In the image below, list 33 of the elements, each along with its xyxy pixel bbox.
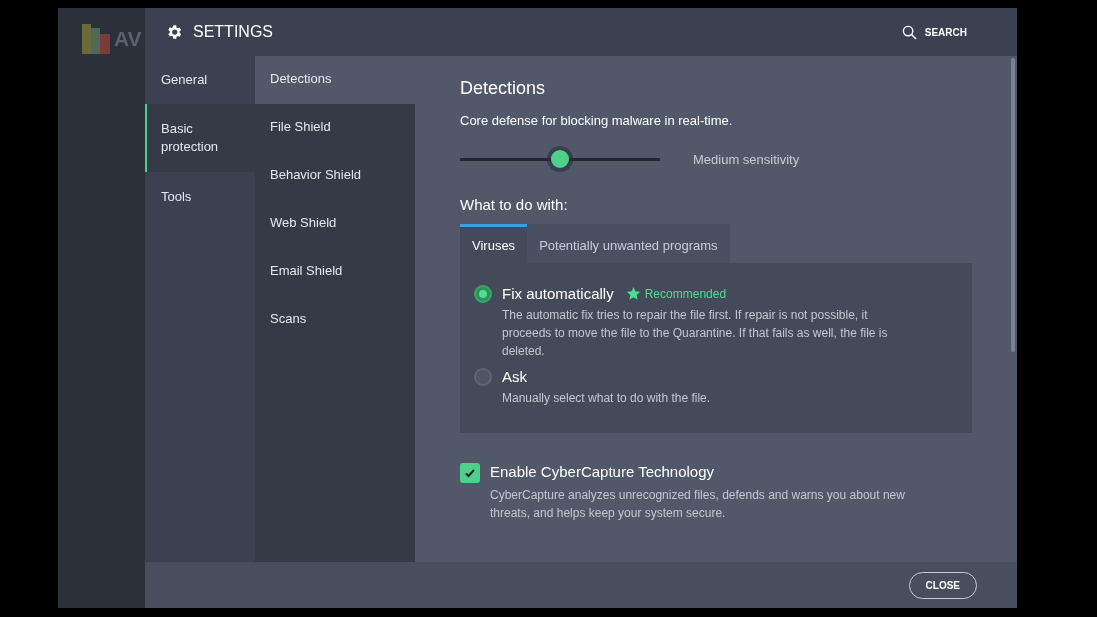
logo-icon	[82, 24, 110, 54]
subnav-item[interactable]: Web Shield	[255, 200, 415, 248]
recommended-label: Recommended	[644, 286, 727, 301]
nav-item[interactable]: General	[145, 56, 255, 104]
radio-button[interactable]	[474, 368, 492, 386]
scrollbar-thumb[interactable]	[1011, 58, 1015, 352]
option-label: Ask	[502, 368, 527, 385]
subnav-item[interactable]: Behavior Shield	[255, 152, 415, 200]
search-button[interactable]: SEARCH	[895, 23, 973, 41]
radio-button[interactable]	[474, 285, 492, 303]
nav-item[interactable]: Basic protection	[145, 104, 255, 172]
option-description: The automatic fix tries to repair the file first. If repair is not possible, it proceeds to move the file to the Quarantine. If that fails as well, the file is deleted.	[502, 307, 889, 360]
search-icon	[901, 24, 917, 40]
section-description: Core defense for blocking malware in real-time.	[460, 113, 734, 128]
star-icon	[625, 286, 641, 301]
window-title: SETTINGS	[193, 23, 274, 41]
checkmark-icon	[464, 467, 476, 479]
section-heading: Detections	[460, 78, 547, 99]
checkbox-description: CyberCapture analyzes unrecognized files, defends and warns you about new threats, and helps keep your system secure.	[490, 487, 906, 522]
option-label: Fix automatically	[502, 285, 614, 302]
tab[interactable]: Potentially unwanted programs	[527, 224, 730, 263]
subheading: What to do with:	[460, 196, 569, 213]
subnav-item[interactable]: Scans	[255, 296, 415, 344]
subnav-item[interactable]: File Shield	[255, 104, 415, 152]
subnav-item[interactable]: Email Shield	[255, 248, 415, 296]
sensitivity-reading: Medium sensitivity	[693, 151, 800, 167]
checkbox-label: Enable CyberCapture Technology	[490, 463, 716, 480]
subnav-item[interactable]: Detections	[255, 56, 415, 104]
slider-thumb[interactable]	[551, 150, 569, 168]
option-description: Manually select what to do with the file.	[502, 390, 712, 407]
tab[interactable]: Viruses	[460, 224, 528, 263]
nav-item[interactable]: Tools	[145, 172, 255, 222]
checkbox[interactable]	[460, 463, 480, 483]
